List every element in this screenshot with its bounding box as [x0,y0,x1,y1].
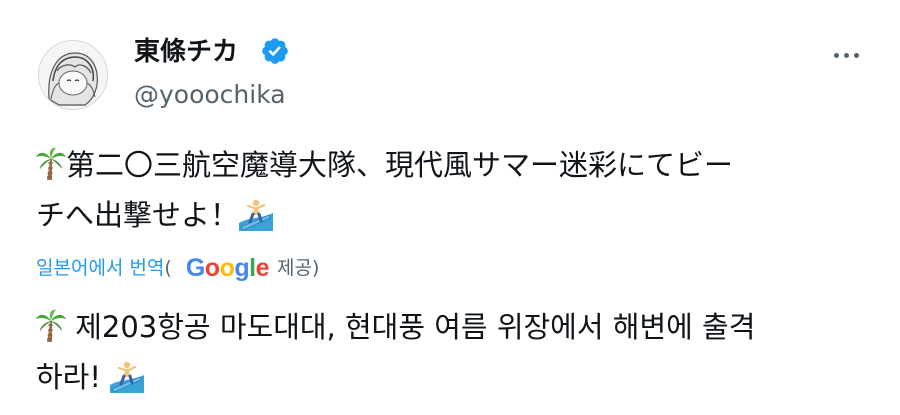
google-logo: Google [185,254,270,282]
translation-attribution: 일본어에서 번역 ( Google 제공) [36,253,319,283]
surfer-icon [239,197,274,241]
provided-by-label: 제공) [276,257,320,279]
display-name[interactable]: 東條チカ [134,34,238,70]
user-handle[interactable]: @yooochika [134,78,286,112]
translated-from-link[interactable]: 일본어에서 번역 [36,253,164,283]
open-paren: ( [164,257,172,279]
more-horizontal-icon [833,52,839,58]
avatar-illustration [39,41,107,109]
tweet-text-line-2: チへ出撃せよ！ [36,195,274,241]
palm-tree-icon [36,147,66,191]
translated-text-line-1: 제203항공 마도대대, 현대풍 여름 위장에서 해변에 출격 [36,307,755,353]
more-options-button[interactable] [826,40,866,70]
tweet-text-line-1: 第二〇三航空魔導大隊、現代風サマー迷彩にてビー [36,145,733,191]
surfer-icon [110,359,145,403]
verified-badge-icon[interactable] [260,36,290,66]
palm-tree-icon [36,309,66,353]
avatar[interactable] [38,40,108,110]
translated-text-line-2: 하라! [36,357,145,403]
